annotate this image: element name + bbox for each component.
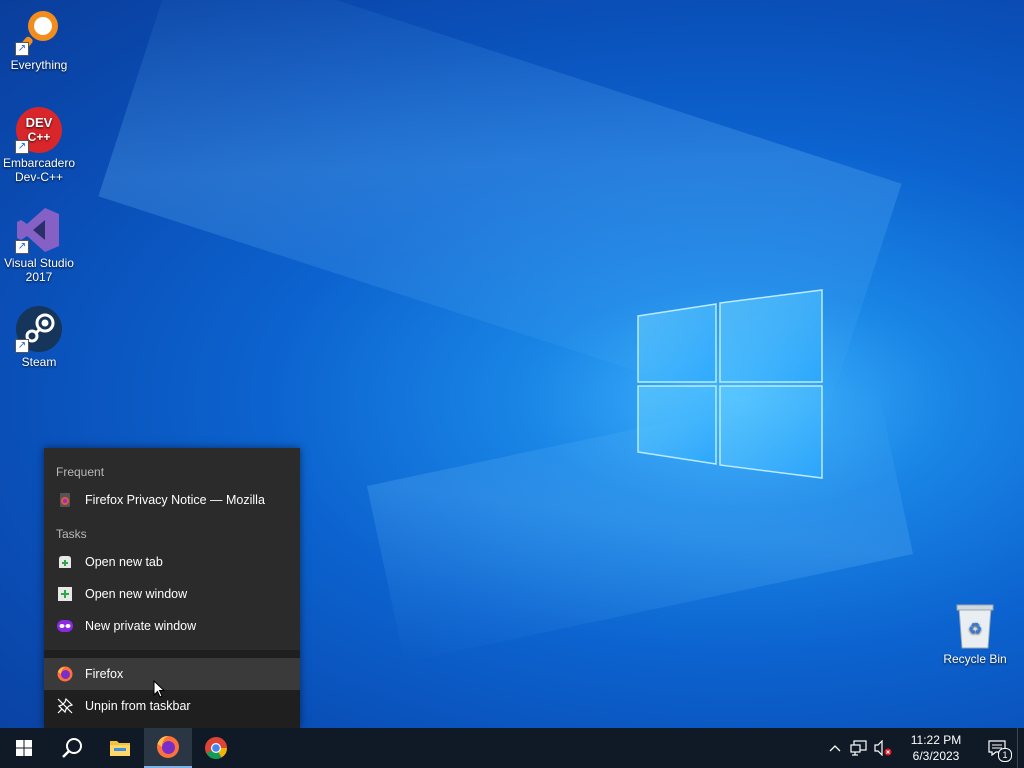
desktop-icon-label-line2: Dev-C++ <box>14 170 64 184</box>
search-button[interactable] <box>48 728 96 768</box>
shortcut-arrow-icon: ↗ <box>15 42 29 56</box>
svg-text:♻: ♻ <box>968 619 982 638</box>
desktop-icon-label-line1: Embarcadero <box>2 156 76 170</box>
chrome-icon <box>205 737 227 759</box>
firefox-icon <box>56 665 74 683</box>
desktop-icon-everything[interactable]: ↗ Everything <box>0 8 78 72</box>
jumplist-item-unpin[interactable]: Unpin from taskbar <box>44 690 300 722</box>
network-icon <box>850 740 867 756</box>
desktop-icon-visual-studio[interactable]: ↗ Visual Studio 2017 <box>0 206 78 284</box>
notification-count-badge: 1 <box>998 748 1012 762</box>
jumplist-item-label: Firefox <box>85 667 124 681</box>
jumplist-tasks-header: Tasks <box>56 527 87 541</box>
chevron-up-icon <box>829 745 841 752</box>
firefox-taskbar-button[interactable] <box>144 728 192 768</box>
desktop-icon-recycle-bin[interactable]: ♻ Recycle Bin <box>936 602 1014 666</box>
jumplist-item-open-new-window[interactable]: Open new window <box>44 578 300 610</box>
private-window-icon <box>56 617 74 635</box>
steam-icon: ↗ <box>15 305 63 353</box>
recycle-bin-icon: ♻ <box>951 602 999 650</box>
desktop-icon-label: Steam <box>21 355 57 369</box>
mouse-cursor-icon <box>153 680 165 698</box>
jumplist-item-privacy-notice[interactable]: Firefox Privacy Notice — Mozilla <box>44 484 300 516</box>
desktop-icon-label: Everything <box>10 58 68 72</box>
desktop-icon-steam[interactable]: ↗ Steam <box>0 305 78 369</box>
shortcut-arrow-icon: ↗ <box>15 140 29 154</box>
desktop-icon-devcpp[interactable]: DEV C++ ↗ Embarcadero Dev-C++ <box>0 106 78 184</box>
show-desktop-button[interactable] <box>1017 728 1024 768</box>
jumplist-item-firefox[interactable]: Firefox <box>44 658 300 690</box>
desktop-icon-label-line1: Visual Studio <box>4 256 74 270</box>
new-window-icon <box>56 585 74 603</box>
system-tray: 11:22 PM 6/3/2023 1 <box>823 728 1024 768</box>
search-icon <box>62 738 82 758</box>
jumplist-app-section: Firefox Unpin from taskbar <box>44 650 300 728</box>
shortcut-arrow-icon: ↗ <box>15 240 29 254</box>
volume-button[interactable] <box>871 740 895 756</box>
firefox-icon <box>157 736 179 758</box>
clock[interactable]: 11:22 PM 6/3/2023 <box>905 732 967 764</box>
jumplist-item-label: Open new tab <box>85 555 163 569</box>
unpin-icon <box>56 697 74 715</box>
desktop-icon-label-line2: 2017 <box>25 270 53 284</box>
action-center-button[interactable]: 1 <box>977 740 1017 762</box>
jumplist-item-label: New private window <box>85 619 197 633</box>
jumplist-item-label: Firefox Privacy Notice — Mozilla <box>85 493 265 507</box>
devcpp-icon: DEV C++ ↗ <box>15 106 63 154</box>
devcpp-icon-text-2: C++ <box>28 130 51 144</box>
chrome-taskbar-button[interactable] <box>192 728 240 768</box>
visual-studio-icon: ↗ <box>15 206 63 254</box>
jumplist-item-new-private-window[interactable]: New private window <box>44 610 300 642</box>
start-icon <box>16 740 32 756</box>
file-explorer-icon <box>110 741 130 756</box>
desktop-icon-label: Recycle Bin <box>943 652 1007 666</box>
clock-date: 6/3/2023 <box>912 749 960 763</box>
firefox-page-icon <box>56 491 74 509</box>
jumplist-item-label: Unpin from taskbar <box>85 699 191 713</box>
wallpaper-windows-logo <box>637 289 823 479</box>
file-explorer-button[interactable] <box>96 728 144 768</box>
clock-time: 11:22 PM <box>910 733 962 747</box>
devcpp-icon-text-1: DEV <box>26 115 53 130</box>
taskbar: 11:22 PM 6/3/2023 1 <box>0 728 1024 768</box>
shortcut-arrow-icon: ↗ <box>15 339 29 353</box>
firefox-jump-list: Frequent Firefox Privacy Notice — Mozill… <box>44 448 300 728</box>
network-button[interactable] <box>847 740 871 756</box>
everything-icon: ↗ <box>15 8 63 56</box>
jumplist-item-label: Open new window <box>85 587 188 601</box>
new-tab-icon <box>56 553 74 571</box>
start-button[interactable] <box>0 728 48 768</box>
jumplist-frequent-header: Frequent <box>56 465 105 479</box>
jumplist-item-open-new-tab[interactable]: Open new tab <box>44 546 300 578</box>
show-hidden-icons-button[interactable] <box>823 744 847 752</box>
volume-muted-icon <box>874 740 892 756</box>
